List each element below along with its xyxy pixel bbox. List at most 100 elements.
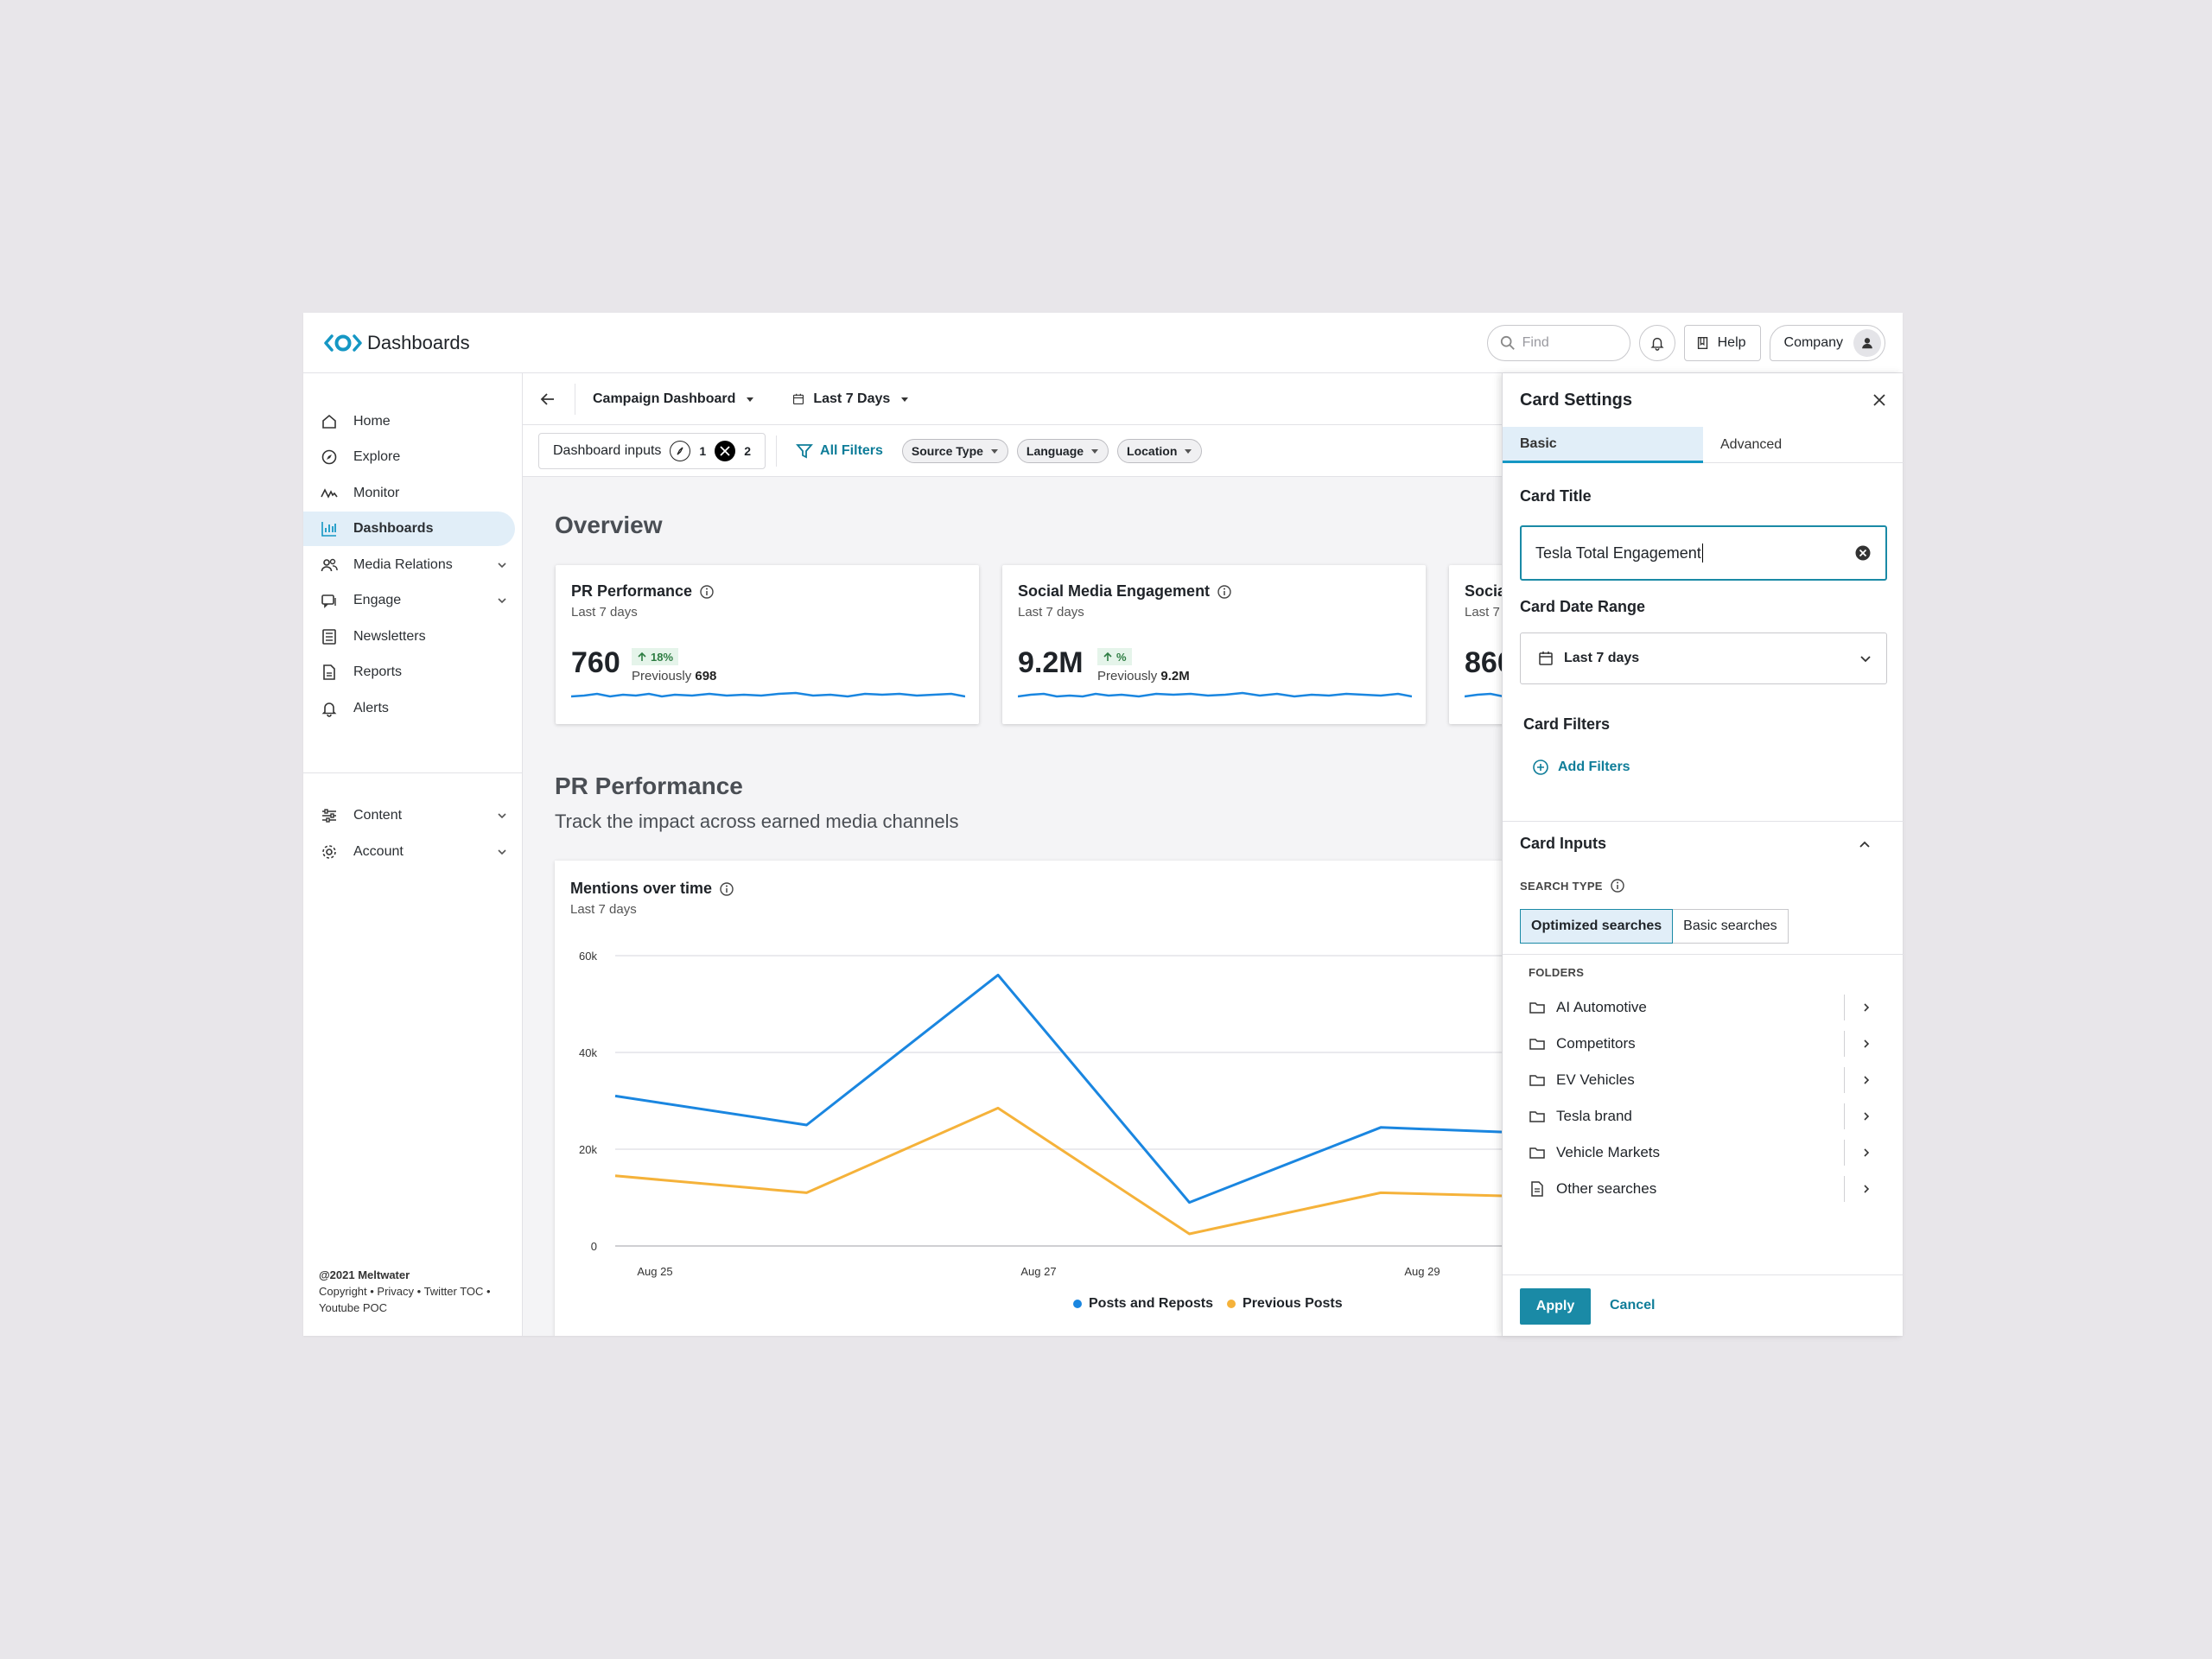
sidebar-item-account[interactable]: Account (303, 835, 515, 869)
kpi-title-text: Socia (1465, 582, 1507, 600)
find-input[interactable]: Find (1486, 325, 1630, 361)
footer-links[interactable]: Copyright • Privacy • Twitter TOC • (319, 1283, 491, 1300)
sidebar-item-monitor[interactable]: Monitor (303, 476, 515, 511)
folder-item[interactable]: Vehicle Markets (1529, 1137, 1883, 1168)
folder-divider (1844, 1067, 1845, 1093)
kpi-card-pr-performance[interactable]: PR Performance Last 7 days 760 18% Previ… (556, 565, 979, 724)
x-tick-label: Aug 29 (1404, 1265, 1440, 1278)
kpi-title-text: Social Media Engagement (1018, 582, 1211, 600)
kpi-previous: Previously 9.2M (1097, 669, 1190, 683)
sidebar-item-reports[interactable]: Reports (303, 655, 515, 690)
info-icon[interactable] (1610, 878, 1625, 893)
panel-divider (1503, 954, 1904, 955)
folder-item[interactable]: AI Automotive (1529, 992, 1883, 1023)
sidebar-item-media-relations[interactable]: Media Relations (303, 548, 515, 582)
info-icon[interactable] (1217, 584, 1232, 600)
kpi-title: Socia (1465, 582, 1506, 601)
sidebar-item-explore[interactable]: Explore (303, 440, 515, 474)
sidebar-item-alerts[interactable]: Alerts (303, 691, 515, 726)
close-icon[interactable] (1872, 392, 1887, 408)
chevron-up-icon[interactable] (1858, 838, 1872, 852)
apply-button[interactable]: Apply (1520, 1288, 1591, 1325)
arrow-up-icon (638, 652, 646, 661)
chart-subtitle: Last 7 days (570, 902, 637, 917)
y-tick-label: 20k (579, 1143, 597, 1156)
dashboard-inputs-button[interactable]: Dashboard inputs 1 2 (538, 432, 766, 469)
add-filters-label: Add Filters (1558, 760, 1630, 774)
folder-name: Vehicle Markets (1556, 1144, 1660, 1160)
sidebar-item-dashboards[interactable]: Dashboards (303, 512, 515, 546)
help-button[interactable]: Help (1683, 325, 1761, 361)
dashboard-select[interactable]: Campaign Dashboard (593, 391, 756, 407)
card-title-input[interactable]: Tesla Total Engagement (1520, 525, 1887, 581)
card-settings-panel: Card Settings Basic Advanced Card Title … (1502, 373, 1904, 1336)
chevron-right-icon[interactable] (1860, 1147, 1872, 1159)
newsletter-icon (322, 629, 336, 645)
kpi-value: 9.2M (1018, 646, 1084, 679)
folder-item[interactable]: EV Vehicles (1529, 1065, 1883, 1096)
date-range-select[interactable]: Last 7 Days (792, 391, 911, 407)
kpi-card-social-media-engagement[interactable]: Social Media Engagement Last 7 days 9.2M… (1002, 565, 1426, 724)
sparkline (1018, 691, 1412, 698)
tab-basic[interactable]: Basic (1503, 427, 1703, 463)
chevron-right-icon[interactable] (1860, 1038, 1872, 1050)
date-range-label: Last 7 Days (813, 391, 891, 406)
tab-advanced[interactable]: Advanced (1703, 427, 1904, 463)
add-filters-button[interactable]: Add Filters (1532, 759, 1630, 776)
chart-title-text: Mentions over time (570, 880, 713, 897)
chart-legend: Posts and Reposts Previous Posts (1073, 1296, 1343, 1312)
cancel-button[interactable]: Cancel (1610, 1298, 1655, 1313)
legend-item-posts-and-reposts[interactable]: Posts and Reposts (1073, 1296, 1213, 1312)
optimized-searches-button[interactable]: Optimized searches (1520, 909, 1674, 944)
card-inputs-label[interactable]: Card Inputs (1520, 835, 1606, 853)
folder-item[interactable]: Tesla brand (1529, 1101, 1883, 1132)
notifications-button[interactable] (1638, 325, 1675, 361)
all-filters-button[interactable]: All Filters (796, 442, 883, 460)
basic-searches-button[interactable]: Basic searches (1673, 909, 1789, 944)
chart-card-mentions-over-time: 0 20k 40k 60k Aug 25 Aug 27 Aug 29 Mentions ov… (555, 861, 1592, 1336)
y-tick-label: 0 (591, 1240, 597, 1253)
x-input-count: 2 (744, 443, 752, 458)
company-label: Company (1783, 335, 1843, 350)
card-title-value: Tesla Total Engagement (1535, 543, 1701, 562)
chip-location[interactable]: Location (1117, 438, 1203, 463)
kpi-change: 18% (651, 650, 674, 664)
panel-title: Card Settings (1520, 391, 1633, 410)
search-type-toggle: Optimized searches Basic searches (1520, 909, 1789, 944)
brand[interactable]: Dashboards (324, 332, 470, 354)
folder-icon (1529, 1075, 1545, 1086)
legend-item-previous-posts[interactable]: Previous Posts (1227, 1296, 1343, 1312)
kpi-subtitle: Last 7 days (1018, 605, 1084, 620)
legend-label: Previous Posts (1243, 1296, 1343, 1311)
sidebar-item-engage[interactable]: Engage (303, 583, 515, 618)
chevron-down-icon (498, 563, 506, 569)
info-icon[interactable] (719, 881, 734, 897)
sidebar-item-home[interactable]: Home (303, 404, 515, 439)
card-date-range-select[interactable]: Last 7 days (1520, 632, 1887, 684)
chevron-right-icon[interactable] (1860, 1074, 1872, 1086)
company-menu[interactable]: Company (1769, 325, 1885, 361)
info-icon[interactable] (699, 584, 715, 600)
sidebar-item-label: Media Relations (353, 557, 453, 572)
chevron-right-icon[interactable] (1860, 1110, 1872, 1122)
card-date-range-value: Last 7 days (1564, 651, 1640, 665)
sidebar-item-label: Reports (353, 664, 403, 679)
chevron-right-icon[interactable] (1860, 1183, 1872, 1195)
kpi-change-badge: 18% (632, 648, 679, 665)
back-arrow-icon[interactable] (538, 390, 557, 409)
folder-item[interactable]: Other searches (1529, 1173, 1883, 1205)
chip-language[interactable]: Language (1016, 438, 1109, 463)
clear-icon[interactable] (1854, 544, 1872, 562)
avatar (1853, 329, 1881, 357)
folder-item[interactable]: Competitors (1529, 1028, 1883, 1059)
chevron-right-icon[interactable] (1860, 1001, 1872, 1014)
sidebar-item-content[interactable]: Content (303, 798, 515, 833)
chart-title: Mentions over time (570, 880, 734, 898)
top-bar: Dashboards Find Help Company (303, 313, 1903, 373)
filter-divider (776, 435, 778, 467)
chip-source-type[interactable]: Source Type (901, 438, 1008, 463)
sidebar-item-newsletters[interactable]: Newsletters (303, 620, 515, 654)
footer-links-2[interactable]: Youtube POC (319, 1300, 491, 1316)
help-label: Help (1717, 335, 1746, 350)
panel-divider (1503, 821, 1904, 822)
